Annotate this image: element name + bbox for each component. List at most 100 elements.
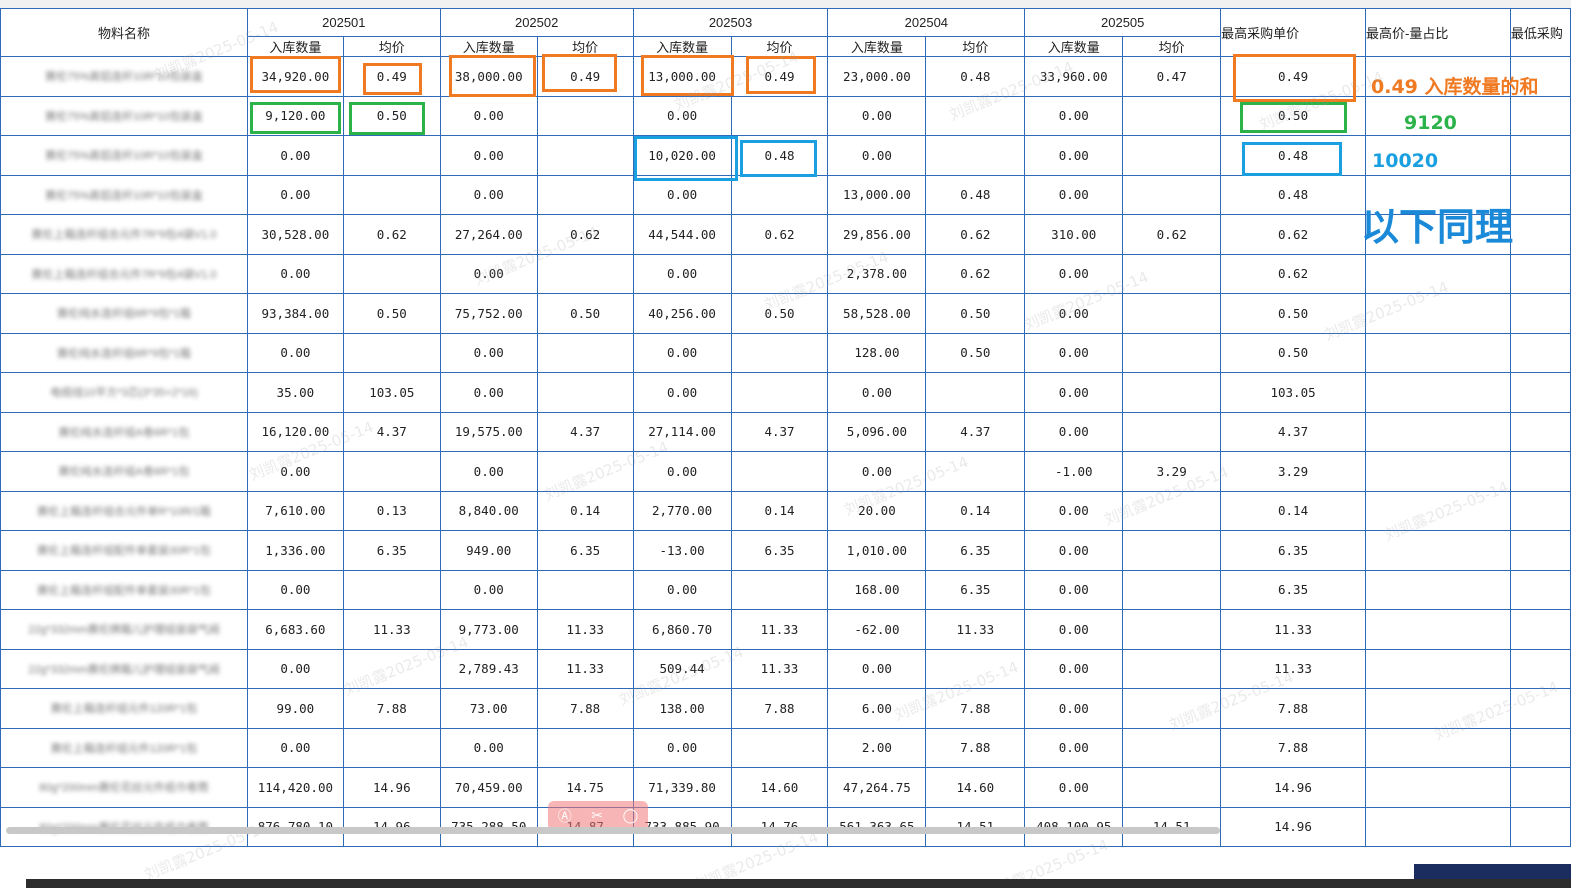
material-name-cell[interactable]: 电缆线10平方*3芯(3*35+2*16) [0,372,248,413]
qty-cell[interactable]: 0.00 [1024,411,1124,452]
max-price-cell[interactable]: 0.50 [1220,332,1366,373]
header-avg[interactable]: 均价 [342,36,441,57]
avg-cell[interactable] [1122,727,1222,768]
avg-cell[interactable] [1122,688,1222,729]
avg-cell[interactable]: 0.50 [925,332,1026,373]
avg-cell[interactable]: 0.49 [730,56,829,97]
qty-cell[interactable]: 949.00 [439,530,538,571]
ratio-cell[interactable] [1365,490,1511,531]
qty-cell[interactable]: 0.00 [827,372,927,413]
avg-cell[interactable] [536,135,634,176]
qty-cell[interactable]: 2,789.43 [439,648,538,689]
qty-cell[interactable]: 13,000.00 [827,174,927,215]
avg-cell[interactable] [730,727,829,768]
qty-cell[interactable]: -13.00 [632,530,732,571]
qty-cell[interactable]: 30,528.00 [246,214,344,255]
header-max-price[interactable]: 最高采购单价 [1220,8,1366,57]
header-month[interactable]: 202502 [439,8,634,37]
avg-cell[interactable] [1122,253,1222,294]
qty-cell[interactable]: 0.00 [439,569,538,610]
max-price-cell[interactable]: 103.05 [1220,372,1366,413]
max-price-cell[interactable]: 7.88 [1220,688,1366,729]
qty-cell[interactable]: 0.00 [632,253,732,294]
ratio-cell[interactable] [1365,451,1511,492]
qty-cell[interactable]: 0.00 [246,253,344,294]
qty-cell[interactable]: 0.00 [439,372,538,413]
search-icon[interactable]: ◯ [623,808,639,824]
min-price-cell[interactable] [1509,688,1571,729]
avg-cell[interactable] [536,174,634,215]
avg-cell[interactable]: 11.33 [342,609,441,650]
avg-cell[interactable]: 6.35 [536,530,634,571]
min-price-cell[interactable] [1509,648,1571,689]
qty-cell[interactable]: 0.00 [246,569,344,610]
qty-cell[interactable]: 16,120.00 [246,411,344,452]
avg-cell[interactable]: 0.50 [925,293,1026,334]
qty-cell[interactable]: 0.00 [246,332,344,373]
avg-cell[interactable]: 14.60 [730,767,829,808]
qty-cell[interactable]: 0.00 [246,648,344,689]
qty-cell[interactable]: 0.00 [1024,95,1124,136]
avg-cell[interactable]: 7.88 [925,688,1026,729]
avg-cell[interactable] [536,372,634,413]
avg-cell[interactable]: 14.96 [342,767,441,808]
qty-cell[interactable]: 0.00 [632,569,732,610]
material-name-cell[interactable]: 赛伦纯水连杆组6R*9包*1箱 [0,332,248,373]
qty-cell[interactable]: 0.00 [439,332,538,373]
avg-cell[interactable] [730,451,829,492]
avg-cell[interactable]: 6.35 [925,530,1026,571]
avg-cell[interactable]: 11.33 [536,609,634,650]
avg-cell[interactable]: 6.35 [730,530,829,571]
qty-cell[interactable]: 93,384.00 [246,293,344,334]
ratio-cell[interactable] [1365,688,1511,729]
min-price-cell[interactable] [1509,214,1571,255]
avg-cell[interactable]: 0.13 [342,490,441,531]
header-qty[interactable]: 入库数量 [827,36,927,57]
avg-cell[interactable]: 0.62 [730,214,829,255]
max-price-cell[interactable]: 0.49 [1220,56,1366,97]
avg-cell[interactable]: 0.62 [925,214,1026,255]
min-price-cell[interactable] [1509,95,1571,136]
ratio-cell[interactable] [1365,569,1511,610]
qty-cell[interactable]: 23,000.00 [827,56,927,97]
avg-cell[interactable] [342,451,441,492]
qty-cell[interactable]: 9,120.00 [246,95,344,136]
avg-cell[interactable]: 0.50 [730,293,829,334]
qty-cell[interactable]: 310.00 [1024,214,1124,255]
qty-cell[interactable]: 70,459.00 [439,767,538,808]
avg-cell[interactable] [925,451,1026,492]
qty-cell[interactable]: 0.00 [1024,293,1124,334]
max-price-cell[interactable]: 0.62 [1220,214,1366,255]
qty-cell[interactable]: 0.00 [1024,688,1124,729]
material-name-cell[interactable]: 赛伦上箱连杆组合元件7R*9包4袋V1.0 [0,253,248,294]
qty-cell[interactable]: 128.00 [827,332,927,373]
qty-cell[interactable]: 34,920.00 [246,56,344,97]
min-price-cell[interactable] [1509,411,1571,452]
material-name-cell[interactable]: 赛伦上箱连杆组元件120R*1包 [0,727,248,768]
max-price-cell[interactable]: 7.88 [1220,727,1366,768]
avg-cell[interactable]: 4.37 [536,411,634,452]
qty-cell[interactable]: 73.00 [439,688,538,729]
avg-cell[interactable] [1122,293,1222,334]
avg-cell[interactable] [925,372,1026,413]
qty-cell[interactable]: 0.00 [1024,648,1124,689]
ratio-cell[interactable] [1365,372,1511,413]
ratio-cell[interactable] [1365,727,1511,768]
avg-cell[interactable]: 6.35 [925,569,1026,610]
avg-cell[interactable]: 103.05 [342,372,441,413]
avg-cell[interactable]: 14.60 [925,767,1026,808]
avg-cell[interactable] [1122,174,1222,215]
qty-cell[interactable]: 0.00 [632,174,732,215]
qty-cell[interactable]: 2.00 [827,727,927,768]
qty-cell[interactable]: 58,528.00 [827,293,927,334]
avg-cell[interactable]: 0.14 [925,490,1026,531]
avg-cell[interactable]: 11.33 [730,609,829,650]
qty-cell[interactable]: 0.00 [827,451,927,492]
avg-cell[interactable] [1122,530,1222,571]
avg-cell[interactable]: 11.33 [730,648,829,689]
material-name-cell[interactable]: 22g*332mm赛伦牌箱儿护理组装袋气阀 [0,648,248,689]
avg-cell[interactable] [1122,569,1222,610]
ratio-cell[interactable] [1365,253,1511,294]
max-price-cell[interactable]: 14.96 [1220,767,1366,808]
avg-cell[interactable] [536,569,634,610]
